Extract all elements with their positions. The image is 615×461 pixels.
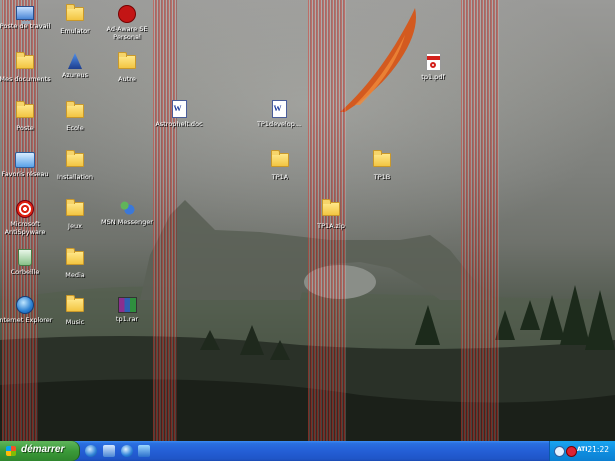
desktop-icon-tp1-pdf[interactable]: tp1.pdf [403, 52, 463, 81]
desktop-icon-ad-aware[interactable]: Ad-Aware SE Personal [97, 4, 157, 41]
icon-label: Autre [118, 75, 136, 83]
desktop-icon-media[interactable]: Media [45, 248, 105, 279]
folder-icon [66, 101, 84, 118]
folder-icon [66, 248, 84, 265]
desktop-icon-music[interactable]: Music [45, 295, 105, 326]
desktop-icon-autre[interactable]: Autre [97, 52, 157, 83]
azureus-icon [68, 53, 82, 69]
system-tray: ATI 21:22 [549, 441, 615, 461]
windows-logo-icon [6, 446, 16, 456]
ati-tray-label[interactable]: ATI [577, 446, 588, 453]
desktop-icon-tp1a[interactable]: TP1A [250, 150, 310, 181]
taskbar: démarrer ATI 21:22 [0, 441, 615, 461]
icon-label: Emulator [60, 27, 90, 35]
icon-label: Astrophelt.doc [155, 120, 203, 128]
icon-label: Jeux [68, 222, 82, 230]
icon-label: TP1A.zip [317, 222, 345, 230]
msn-messenger-icon [119, 200, 135, 216]
folder-icon [373, 150, 391, 167]
folder-icon [16, 101, 34, 118]
antispyware-icon [16, 200, 34, 218]
antivirus-icon[interactable] [566, 446, 577, 457]
folder-icon [118, 52, 136, 69]
icon-label: TP1develop... [256, 120, 302, 128]
start-button[interactable]: démarrer [0, 441, 80, 461]
network-icon [15, 152, 35, 168]
desktop-icon-jeux[interactable]: Jeux [45, 199, 105, 230]
desktop[interactable]: Poste de travail Emulator Ad-Aware SE Pe… [0, 0, 615, 441]
desktop-icon-installation[interactable]: Installation [45, 150, 105, 181]
desktop-icon-tp1-rar[interactable]: tp1.rar [97, 295, 157, 323]
windows-media-icon[interactable] [121, 445, 133, 457]
desktop-icon-emulator[interactable]: Emulator [45, 4, 105, 35]
desktop-icon-tp1b[interactable]: TP1B [352, 150, 412, 181]
desktop-icon-astrophelt-doc[interactable]: W Astrophelt.doc [149, 99, 209, 128]
icon-label: Ad-Aware SE Personal [106, 25, 148, 41]
messenger-icon[interactable] [138, 445, 150, 457]
icon-label: Installation [56, 173, 93, 181]
internet-explorer-icon [16, 296, 34, 314]
recycle-bin-icon [18, 249, 32, 266]
icon-label: Azureus [61, 71, 88, 79]
desktop-icon-tp1-develop[interactable]: W TP1develop... [249, 99, 309, 128]
display-glitch-stripe [461, 0, 499, 441]
show-desktop-icon[interactable] [103, 445, 115, 457]
icon-label: MSN Messenger [101, 218, 153, 226]
icon-label: tp1.rar [115, 315, 139, 323]
folder-icon [66, 199, 84, 216]
word-doc-icon: W [171, 100, 187, 118]
start-label: démarrer [21, 444, 65, 455]
icon-label: Music [65, 318, 85, 326]
internet-explorer-icon[interactable] [85, 445, 97, 457]
clock[interactable]: 21:22 [587, 445, 609, 454]
ad-aware-icon [118, 5, 136, 23]
security-icon[interactable] [554, 446, 565, 457]
icon-label: Media [65, 271, 85, 279]
desktop-icon-ecole[interactable]: Ecole [45, 101, 105, 132]
desktop-icon-msn-messenger[interactable]: MSN Messenger [97, 199, 157, 226]
desktop-icon-azureus[interactable]: Azureus [45, 52, 105, 79]
icon-label: tp1.pdf [421, 73, 445, 81]
folder-icon [66, 295, 84, 312]
pdf-icon [425, 53, 441, 71]
icon-label: Ecole [66, 124, 84, 132]
zip-folder-icon [322, 199, 340, 216]
folder-icon [271, 150, 289, 167]
folder-icon [66, 4, 84, 21]
folder-icon [66, 150, 84, 167]
documents-folder-icon [16, 52, 34, 69]
computer-icon [16, 6, 34, 24]
icon-label: TP1B [373, 173, 391, 181]
desktop-icon-tp1a-zip[interactable]: TP1A.zip [301, 199, 361, 230]
winrar-icon [117, 297, 137, 313]
icon-label: TP1A [271, 173, 289, 181]
word-doc-icon: W [271, 100, 287, 118]
